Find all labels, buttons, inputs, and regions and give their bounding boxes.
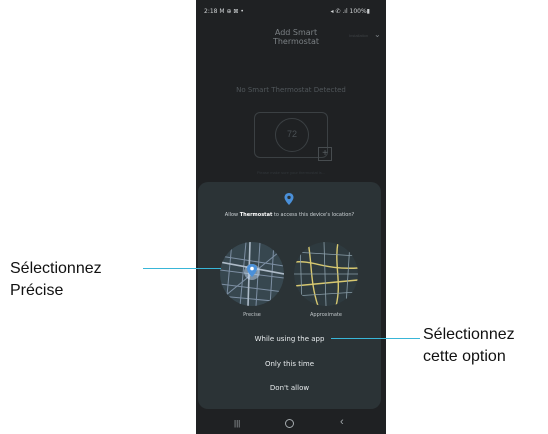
top-bar: Add Smart Thermostat Installation ⌄ bbox=[196, 24, 386, 54]
annotation-line-left bbox=[143, 268, 221, 269]
status-time: 2:18 M ⊕ ⊠ • bbox=[204, 8, 244, 15]
annotation-right-line2: cette option bbox=[423, 348, 506, 365]
prompt-suffix: to access this device's location? bbox=[272, 212, 355, 218]
dont-allow-button[interactable]: Don't allow bbox=[198, 384, 381, 392]
status-icons: ◂ ✆ .ıl 100%▮ bbox=[330, 8, 370, 15]
home-icon[interactable] bbox=[285, 419, 294, 428]
annotation-line-right bbox=[331, 338, 420, 339]
prompt-prefix: Allow bbox=[224, 212, 240, 218]
chevron-down-icon[interactable]: ⌄ bbox=[374, 30, 381, 39]
approximate-location-option[interactable] bbox=[294, 242, 358, 306]
approximate-label: Approximate bbox=[310, 312, 342, 318]
while-using-app-button[interactable]: While using the app bbox=[198, 335, 381, 343]
thermostat-dial: 72 bbox=[275, 118, 309, 152]
location-pin-icon bbox=[284, 193, 294, 205]
precise-map-icon bbox=[220, 242, 284, 306]
permission-prompt: Allow Thermostat to access this device's… bbox=[198, 212, 381, 218]
recent-apps-icon[interactable]: ||| bbox=[234, 419, 240, 428]
page-title-line2: Thermostat bbox=[272, 37, 320, 46]
precise-location-option[interactable] bbox=[220, 242, 284, 306]
system-navbar: ||| ‹ bbox=[196, 410, 386, 434]
thermostat-value: 72 bbox=[286, 129, 297, 139]
page-title-line1: Add Smart bbox=[274, 28, 318, 37]
page-title: Add Smart Thermostat bbox=[254, 28, 338, 46]
back-icon[interactable]: ‹ bbox=[340, 416, 344, 428]
no-detect-text: No Smart Thermostat Detected bbox=[236, 86, 346, 94]
annotation-left-line2: Précise bbox=[10, 282, 64, 299]
annotation-left-line1: Sélectionnez bbox=[10, 260, 102, 277]
annotation-right-line1: Sélectionnez bbox=[423, 326, 515, 343]
prompt-app-name: Thermostat bbox=[239, 212, 273, 218]
status-bar: 2:18 M ⊕ ⊠ • ◂ ✆ .ıl 100%▮ bbox=[196, 0, 386, 24]
phone-screen: 2:18 M ⊕ ⊠ • ◂ ✆ .ıl 100%▮ Add Smart The… bbox=[196, 0, 386, 434]
add-icon: + bbox=[318, 147, 332, 161]
hint-text: Please make sure your thermostat is... bbox=[256, 170, 326, 175]
approximate-map-icon bbox=[294, 242, 358, 306]
annotation-right: Sélectionnez cette option bbox=[423, 324, 543, 368]
annotation-left: Sélectionnez Précise bbox=[10, 258, 140, 302]
precise-label: Precise bbox=[243, 312, 261, 318]
thermostat-illustration: 72 bbox=[254, 112, 328, 158]
location-permission-sheet: Allow Thermostat to access this device's… bbox=[198, 182, 381, 409]
top-subtitle: Installation bbox=[349, 33, 369, 38]
only-this-time-button[interactable]: Only this time bbox=[198, 360, 381, 368]
